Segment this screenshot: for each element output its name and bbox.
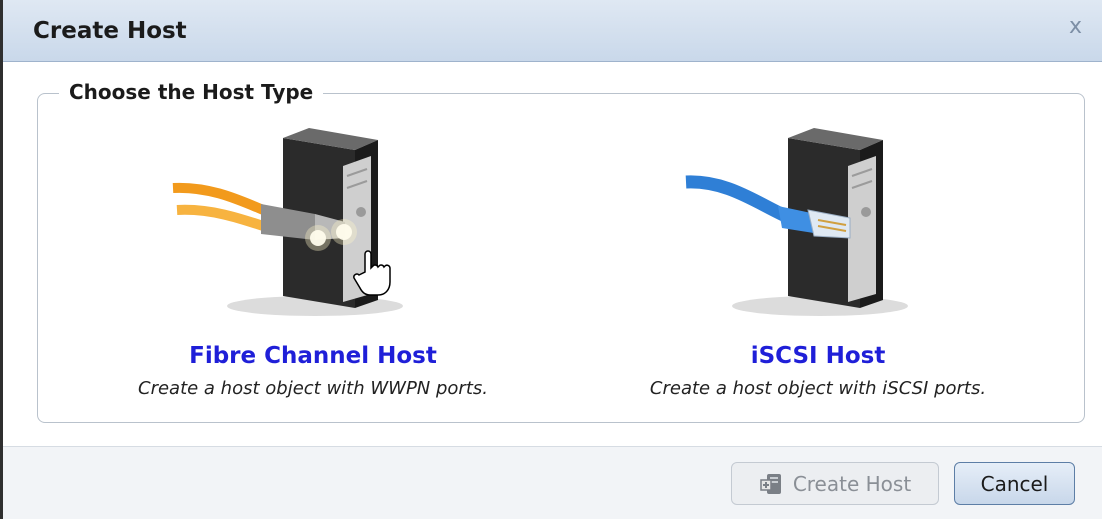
iscsi-host-description: Create a host object with iSCSI ports. (649, 378, 987, 399)
host-type-legend: Choose the Host Type (59, 80, 324, 104)
fibre-channel-host-option[interactable]: Fibre Channel Host Create a host object … (53, 110, 573, 410)
fibre-channel-server-icon (172, 128, 403, 316)
iscsi-server-icon (685, 128, 908, 316)
close-icon[interactable]: x (1069, 14, 1082, 39)
cancel-button[interactable]: Cancel (954, 462, 1075, 505)
create-host-button-label: Create Host (792, 471, 912, 496)
fibre-channel-host-description: Create a host object with WWPN ports. (138, 378, 488, 399)
dialog-footer: Create Host Cancel (3, 446, 1102, 519)
create-host-dialog: Create Host x Choose the Host Type Fibre… (0, 0, 1102, 519)
create-host-icon (760, 473, 781, 494)
dialog-title: Create Host (33, 18, 187, 44)
iscsi-host-option[interactable]: iSCSI Host Create a host object with iSC… (558, 110, 1078, 410)
iscsi-host-link[interactable]: iSCSI Host (558, 343, 1078, 369)
create-host-button[interactable]: Create Host (731, 462, 939, 505)
fibre-channel-host-link[interactable]: Fibre Channel Host (53, 343, 573, 369)
dialog-title-bar: Create Host x (3, 0, 1102, 62)
